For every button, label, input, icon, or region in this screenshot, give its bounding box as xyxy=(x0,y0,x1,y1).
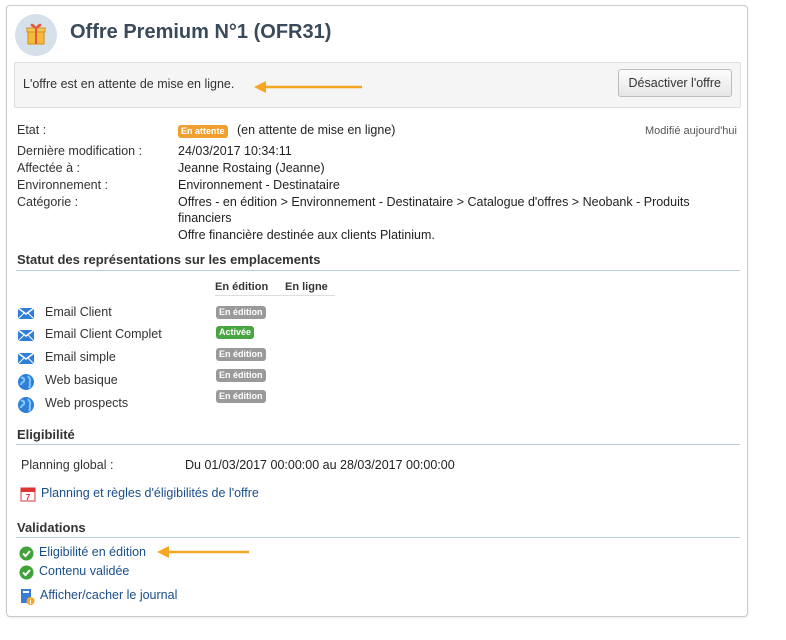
locations-section-title: Statut des représentations sur les empla… xyxy=(17,252,321,267)
validation-content-link[interactable]: Contenu validée xyxy=(39,564,129,578)
deactivate-offer-button[interactable]: Désactiver l'offre xyxy=(617,69,732,97)
col-header-online: En ligne xyxy=(285,281,328,293)
category-label: Catégorie : xyxy=(17,195,79,209)
section-divider xyxy=(16,444,740,445)
state-text: (en attente de mise en ligne) xyxy=(237,123,396,137)
svg-text:7: 7 xyxy=(26,493,31,502)
offer-panel: Offre Premium N°1 (OFR31) L'offre est en… xyxy=(6,5,748,617)
check-icon xyxy=(19,546,34,564)
location-label: Email Client xyxy=(45,305,112,319)
planning-label: Planning global : xyxy=(21,458,114,472)
location-row: Web basique xyxy=(17,371,207,391)
section-divider xyxy=(16,270,740,271)
journal-icon: i xyxy=(19,588,35,609)
email-icon xyxy=(17,327,35,343)
status-badge: En édition xyxy=(216,348,266,361)
gift-icon xyxy=(15,14,57,56)
environment-value: Environnement - Destinataire xyxy=(178,178,340,192)
col-header-edition: En édition xyxy=(215,281,269,293)
modified-note: Modifié aujourd'hui xyxy=(645,125,737,137)
eligibility-section-title: Eligibilité xyxy=(17,427,75,442)
location-row: Email simple xyxy=(17,348,207,368)
location-label: Web basique xyxy=(45,373,118,387)
assigned-value: Jeanne Rostaing (Jeanne) xyxy=(178,161,325,175)
status-badge: En édition xyxy=(216,390,266,403)
category-value-line2: financiers xyxy=(178,211,232,225)
page-title: Offre Premium N°1 (OFR31) xyxy=(70,21,332,43)
status-message-box: L'offre est en attente de mise en ligne.… xyxy=(14,62,741,108)
svg-text:i: i xyxy=(30,599,32,606)
state-value: En attente (en attente de mise en ligne) xyxy=(178,123,395,138)
location-label: Email simple xyxy=(45,350,116,364)
category-value-line3: Offre financière destinée aux clients Pl… xyxy=(178,228,435,242)
validations-section-title: Validations xyxy=(17,520,86,535)
status-badge: En édition xyxy=(216,306,266,319)
email-icon xyxy=(17,350,35,366)
state-label: Etat : xyxy=(17,123,47,137)
status-badge: Activée xyxy=(216,326,255,339)
category-value-line1: Offres - en édition > Environnement - De… xyxy=(178,195,690,209)
location-row: Email Client xyxy=(17,303,207,323)
last-modified-value: 24/03/2017 10:34:11 xyxy=(178,144,292,158)
status-badge: En édition xyxy=(216,369,266,382)
journal-link[interactable]: Afficher/cacher le journal xyxy=(40,588,177,602)
state-badge: En attente xyxy=(178,125,228,138)
last-modified-label: Dernière modification : xyxy=(17,144,143,158)
planning-link[interactable]: Planning et règles d'éligibilités de l'o… xyxy=(41,486,259,500)
globe-icon xyxy=(17,373,35,390)
validation-eligibility-link[interactable]: Eligibilité en édition xyxy=(39,545,146,559)
assigned-label: Affectée à : xyxy=(17,161,81,175)
status-message: L'offre est en attente de mise en ligne. xyxy=(23,77,235,91)
section-divider xyxy=(16,537,740,538)
globe-icon xyxy=(17,396,35,413)
location-row: Web prospects xyxy=(17,394,207,414)
arrow-annotation-icon xyxy=(254,81,362,93)
check-icon xyxy=(19,565,34,583)
location-row: Email Client Complet xyxy=(17,325,207,345)
environment-label: Environnement : xyxy=(17,178,109,192)
calendar-icon: 7 xyxy=(20,486,36,505)
email-icon xyxy=(17,305,35,321)
location-label: Web prospects xyxy=(45,396,129,410)
location-label: Email Client Complet xyxy=(45,327,162,341)
panel-header: Offre Premium N°1 (OFR31) xyxy=(7,6,747,62)
planning-value: Du 01/03/2017 00:00:00 au 28/03/2017 00:… xyxy=(185,458,455,472)
arrow-annotation-icon xyxy=(157,546,249,558)
col-header-divider xyxy=(215,295,335,296)
